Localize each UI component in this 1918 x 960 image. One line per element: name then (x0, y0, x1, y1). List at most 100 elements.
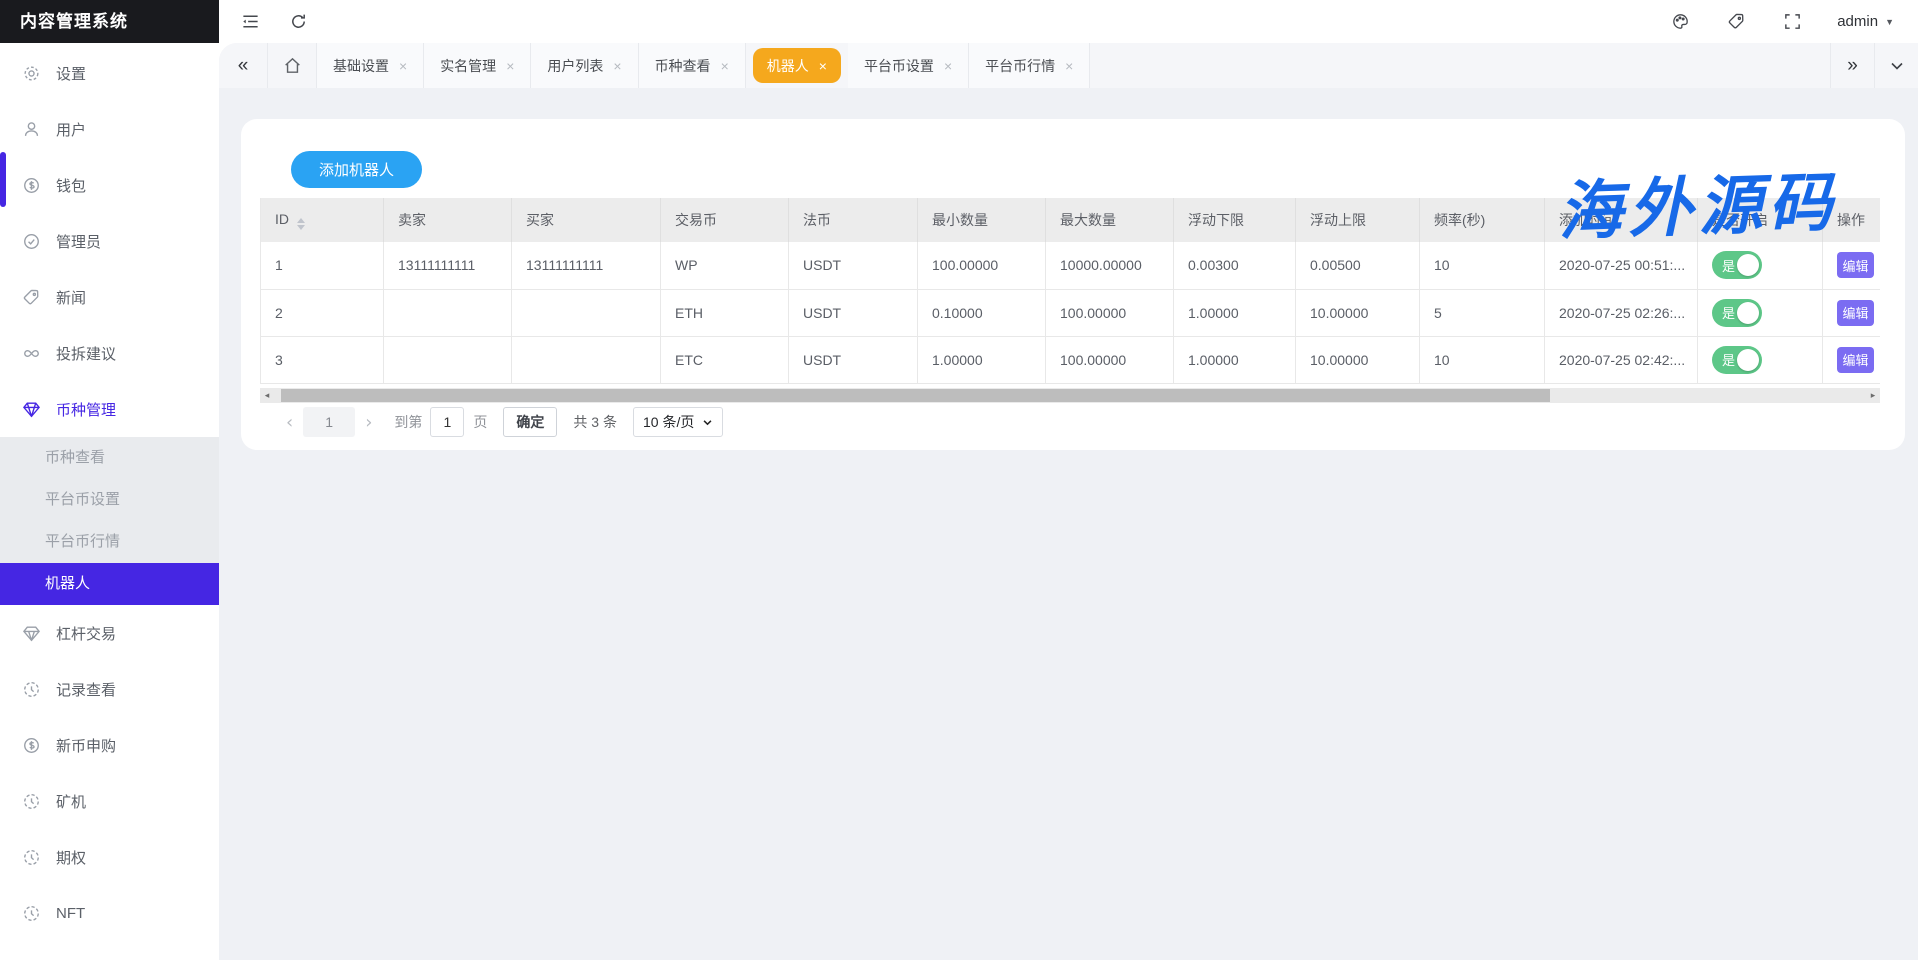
table-header-row: ID 卖家 买家 交易币 法币 最小数量 最大数量 浮动下限 浮动上限 频率(秒… (261, 198, 1881, 242)
close-icon[interactable]: × (944, 59, 952, 73)
edit-button[interactable]: 编辑 (1837, 300, 1874, 326)
col-header-add-time: 添加时间 (1545, 198, 1698, 242)
tab-platform-coin-settings[interactable]: 平台币设置 × (848, 43, 969, 88)
prev-page-icon[interactable]: ‹ (280, 412, 299, 433)
sidebar-item-label: 新闻 (56, 287, 86, 308)
tab-basic-settings[interactable]: 基础设置 × (317, 43, 424, 88)
cell-fiat: USDT (789, 336, 918, 383)
sidebar-item-wallet[interactable]: 钱包 (0, 157, 219, 213)
dollar-circle-icon (22, 736, 41, 755)
menu-fold-icon[interactable] (239, 11, 261, 33)
cell-fiat: USDT (789, 289, 918, 336)
sidebar-item-news[interactable]: 新闻 (0, 269, 219, 325)
sidebar-item-nft[interactable]: NFT (0, 885, 219, 941)
sidebar-item-settings[interactable]: 设置 (0, 45, 219, 101)
home-icon[interactable] (268, 43, 317, 88)
submenu-item-robot-active[interactable]: 机器人 (0, 563, 219, 605)
tab-coin-view[interactable]: 币种查看 × (639, 43, 746, 88)
tag-icon[interactable] (1725, 11, 1747, 33)
tab-robot-active[interactable]: 机器人 × (753, 48, 841, 83)
col-header-trade-coin: 交易币 (661, 198, 789, 242)
sidebar-item-mining-machine[interactable]: 矿机 (0, 773, 219, 829)
close-icon[interactable]: × (399, 59, 407, 73)
toggle-label: 是 (1722, 303, 1735, 322)
toggle-label: 是 (1722, 350, 1735, 369)
goto-page-input[interactable] (430, 407, 464, 437)
add-robot-button[interactable]: 添加机器人 (291, 151, 422, 188)
palette-icon[interactable] (1669, 11, 1691, 33)
submenu-item-coin-view[interactable]: 币种查看 (0, 437, 219, 479)
cell-float-lower: 0.00300 (1174, 242, 1296, 289)
cell-actions: 编辑 (1823, 336, 1881, 383)
gear-icon (22, 64, 41, 83)
next-page-icon[interactable]: › (359, 412, 378, 433)
edit-button[interactable]: 编辑 (1837, 252, 1874, 278)
sidebar-item-margin-trading[interactable]: 杠杆交易 (0, 605, 219, 661)
submenu-item-platform-coin-settings[interactable]: 平台币设置 (0, 479, 219, 521)
cell-seller (384, 289, 512, 336)
sidebar-item-options[interactable]: 期权 (0, 829, 219, 885)
col-header-float-lower: 浮动下限 (1174, 198, 1296, 242)
sidebar-item-label: 钱包 (56, 175, 86, 196)
sidebar-scrollbar[interactable] (0, 152, 6, 207)
cell-min: 100.00000 (918, 242, 1046, 289)
header-actions: admin ▼ (1669, 11, 1894, 33)
table-row: 2 ETH USDT 0.10000 100.00000 1.00000 10.… (261, 289, 1881, 336)
sidebar-item-records[interactable]: 记录查看 (0, 661, 219, 717)
sidebar-item-feedback[interactable]: 投拆建议 (0, 325, 219, 381)
refresh-icon[interactable] (287, 11, 309, 33)
toggle-label: 是 (1722, 256, 1735, 275)
pagination: ‹ 1 › 到第 页 确定 共 3 条 10 条/页 (280, 407, 723, 437)
close-icon[interactable]: × (506, 59, 514, 73)
submenu-item-platform-coin-market[interactable]: 平台币行情 (0, 521, 219, 563)
cell-id: 2 (261, 289, 384, 336)
coin-management-submenu: 币种查看 平台币设置 平台币行情 机器人 (0, 437, 219, 605)
cell-enabled: 是 (1698, 242, 1823, 289)
sidebar-item-coin-management[interactable]: 币种管理 (0, 381, 219, 437)
tabs-menu-chevron-icon[interactable] (1874, 43, 1918, 88)
infinity-icon (22, 344, 41, 363)
sidebar-item-label: 币种管理 (56, 399, 116, 420)
enabled-toggle[interactable]: 是 (1712, 299, 1762, 327)
col-header-enabled: 是否开启 (1698, 198, 1823, 242)
confirm-button[interactable]: 确定 (503, 407, 557, 437)
close-icon[interactable]: × (1065, 59, 1073, 73)
edit-button[interactable]: 编辑 (1837, 347, 1874, 373)
tab-user-list[interactable]: 用户列表 × (531, 43, 638, 88)
enabled-toggle[interactable]: 是 (1712, 346, 1762, 374)
scroll-left-icon[interactable]: ◂ (260, 388, 274, 403)
tab-label: 用户列表 (547, 56, 603, 76)
cell-seller (384, 336, 512, 383)
tab-bar: « 基础设置 × 实名管理 × 用户列表 × 币种查看 × (219, 43, 1918, 88)
shield-check-icon (22, 232, 41, 251)
enabled-toggle[interactable]: 是 (1712, 251, 1762, 279)
sort-icon[interactable] (297, 218, 305, 230)
tab-realname-management[interactable]: 实名管理 × (424, 43, 531, 88)
cell-float-upper: 10.00000 (1296, 336, 1420, 383)
sidebar-item-users[interactable]: 用户 (0, 101, 219, 157)
col-header-fiat: 法币 (789, 198, 918, 242)
sidebar-item-admins[interactable]: 管理员 (0, 213, 219, 269)
cell-max: 10000.00000 (1046, 242, 1174, 289)
tabs-scroll-right-icon[interactable]: » (1830, 43, 1874, 88)
tab-platform-coin-market[interactable]: 平台币行情 × (969, 43, 1090, 88)
history-icon (22, 680, 41, 699)
sidebar-item-new-coin-subscribe[interactable]: 新币申购 (0, 717, 219, 773)
page-size-select[interactable]: 10 条/页 (633, 407, 723, 437)
close-icon[interactable]: × (721, 59, 729, 73)
current-page[interactable]: 1 (303, 407, 355, 437)
user-menu[interactable]: admin ▼ (1837, 13, 1894, 30)
history-icon (22, 904, 41, 923)
scroll-right-icon[interactable]: ▸ (1866, 388, 1880, 403)
tab-label: 平台币设置 (864, 56, 934, 76)
admin-app: admin ▼ « 基础设置 × 实名管理 × 用户列表 (0, 0, 1918, 960)
horizontal-scrollbar[interactable]: ◂ ▸ (260, 388, 1880, 403)
cell-add-time: 2020-07-25 00:51:... (1545, 242, 1698, 289)
scrollbar-thumb[interactable] (281, 389, 1550, 402)
close-icon[interactable]: × (819, 59, 827, 73)
tabs-scroll-left-icon[interactable]: « (219, 43, 268, 88)
fullscreen-icon[interactable] (1781, 11, 1803, 33)
tag-icon (22, 288, 41, 307)
close-icon[interactable]: × (613, 59, 621, 73)
sidebar-menu: 设置 用户 钱包 (0, 43, 219, 941)
